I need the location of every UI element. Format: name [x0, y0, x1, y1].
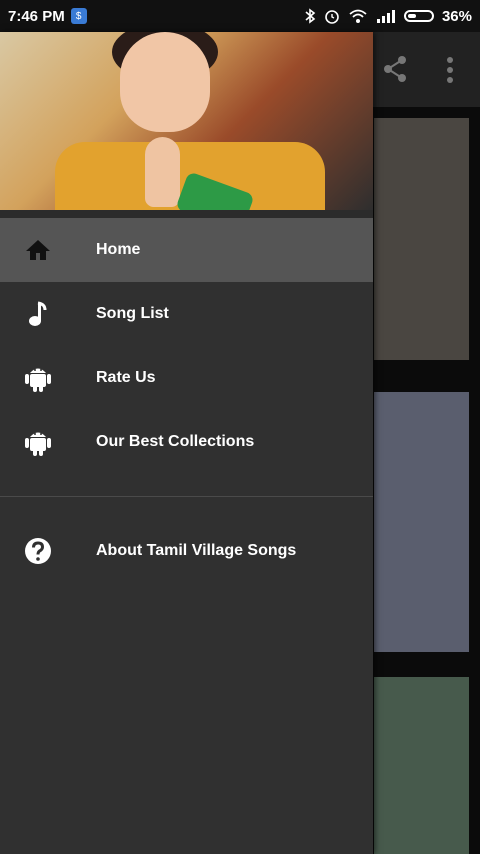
home-icon: [24, 236, 52, 264]
status-icons: 36%: [304, 8, 472, 25]
android-icon: [24, 428, 52, 456]
menu-item-label: Rate Us: [96, 369, 156, 386]
menu-item-about[interactable]: About Tamil Village Songs: [0, 519, 373, 583]
notification-badge-icon: $: [70, 8, 87, 24]
background-card[interactable]: [374, 118, 469, 360]
alarm-icon: [325, 10, 339, 24]
drawer-menu: Home Song List Rate Us Our Best Collecti…: [0, 218, 373, 474]
menu-separator: [0, 496, 373, 497]
header-photo-face: [120, 32, 210, 132]
android-icon: [24, 364, 52, 392]
battery-icon: [403, 10, 434, 22]
menu-item-label: About Tamil Village Songs: [96, 542, 297, 559]
music-note-icon: [24, 300, 52, 328]
help-icon: [24, 537, 52, 565]
menu-item-our-best-collections[interactable]: Our Best Collections: [0, 410, 373, 474]
header-photo-hands: [145, 137, 180, 207]
drawer-secondary-menu: About Tamil Village Songs: [0, 519, 373, 583]
menu-item-label: Song List: [96, 305, 169, 322]
battery-percent: 36%: [441, 7, 472, 25]
drawer-header-image: [0, 32, 373, 210]
header-divider: [0, 210, 373, 218]
signal-icon: [376, 10, 395, 23]
menu-item-song-list[interactable]: Song List: [0, 282, 373, 346]
bluetooth-icon: [305, 8, 316, 24]
menu-item-home[interactable]: Home: [0, 218, 373, 282]
navigation-drawer: Home Song List Rate Us Our Best Collecti…: [0, 32, 373, 854]
status-bar: 7:46 PM $ 36%: [0, 0, 480, 32]
background-card[interactable]: [374, 392, 469, 652]
wifi-icon: [349, 9, 367, 23]
background-card[interactable]: [374, 677, 469, 854]
menu-item-label: Home: [96, 241, 141, 258]
share-icon[interactable]: [380, 54, 410, 84]
status-time: 7:46 PM: [8, 7, 65, 25]
more-vert-icon[interactable]: [446, 56, 454, 84]
menu-item-rate-us[interactable]: Rate Us: [0, 346, 373, 410]
menu-item-label: Our Best Collections: [96, 433, 255, 450]
